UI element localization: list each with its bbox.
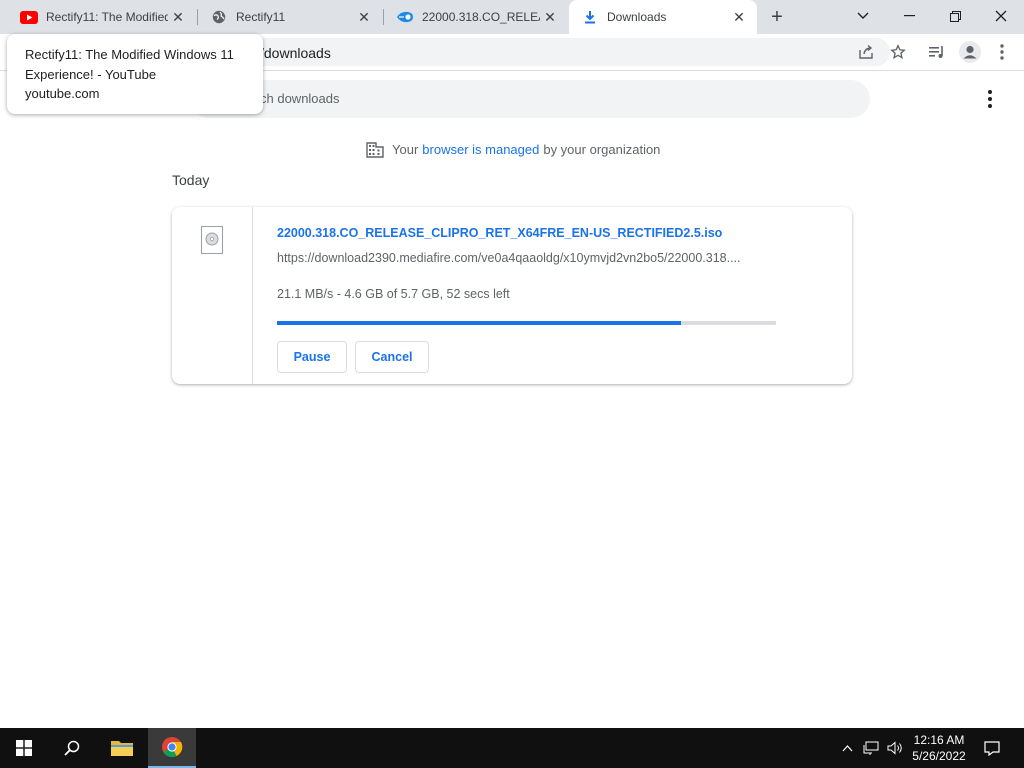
tab-title: Rectify11 — [236, 10, 286, 24]
clock-time: 12:16 AM — [913, 733, 965, 747]
chrome-taskbar-button[interactable] — [148, 728, 196, 768]
tab-title: Downloads — [607, 10, 667, 24]
profile-avatar-icon[interactable] — [959, 41, 981, 63]
globe-icon — [210, 9, 228, 25]
file-explorer-button[interactable] — [98, 728, 146, 768]
search-placeholder: ch downloads — [260, 91, 340, 106]
volume-icon[interactable] — [884, 728, 906, 768]
start-button[interactable] — [0, 728, 48, 768]
tab-downloads[interactable]: Downloads ✕ — [569, 0, 757, 34]
media-control-icon[interactable] — [927, 42, 947, 62]
network-icon[interactable] — [860, 728, 882, 768]
managed-prefix: Your — [392, 141, 419, 157]
progress-fill — [277, 321, 682, 325]
download-source-url[interactable]: https://download2390.mediafire.com/ve0a4… — [277, 251, 777, 265]
tab-hover-card: Rectify11: The Modified Windows 11 Exper… — [7, 34, 263, 114]
tab-youtube[interactable]: Rectify11: The Modified Windows 11 Exper… — [8, 0, 196, 34]
restore-button[interactable] — [932, 0, 978, 32]
windows-logo-icon — [16, 740, 32, 756]
file-disc-icon — [201, 226, 223, 254]
address-bar[interactable]: /downloads — [190, 38, 906, 66]
bookmark-star-icon[interactable] — [888, 42, 908, 62]
tab-search-icon[interactable] — [840, 0, 886, 32]
download-item: 22000.318.CO_RELEASE_CLIPRO_RET_X64FRE_E… — [172, 207, 852, 384]
managed-notice: Your browser is managed by your organiza… — [366, 140, 660, 158]
tab-strip: Rectify11: The Modified Windows 11 Exper… — [0, 0, 1024, 34]
close-window-button[interactable] — [978, 0, 1024, 32]
chrome-menu-icon[interactable] — [992, 42, 1012, 62]
minimize-button[interactable] — [886, 0, 932, 32]
tab-title: Rectify11: The Modified Windows 11 Exper… — [46, 10, 168, 24]
hover-card-domain: youtube.com — [25, 86, 100, 101]
clock-date: 5/26/2022 — [912, 749, 966, 763]
tab-title: 22000.318.CO_RELEASE_CLIPRO_RET_X64FRE_E… — [422, 10, 540, 24]
pause-button[interactable]: Pause — [277, 341, 347, 373]
building-icon — [366, 142, 384, 158]
close-tab-icon[interactable]: ✕ — [168, 7, 188, 27]
close-tab-icon[interactable]: ✕ — [540, 7, 560, 27]
download-icon-column — [172, 207, 253, 384]
close-tab-icon[interactable]: ✕ — [354, 7, 374, 27]
folder-icon — [111, 741, 133, 756]
search-downloads-input[interactable]: ch downloads — [190, 80, 870, 118]
mediafire-icon — [396, 9, 414, 25]
chrome-icon — [162, 737, 183, 758]
url-text: /downloads — [260, 45, 331, 61]
tab-rectify11[interactable]: Rectify11 ✕ — [198, 0, 382, 34]
search-icon — [64, 740, 80, 756]
cancel-button[interactable]: Cancel — [355, 341, 429, 373]
show-hidden-icons[interactable] — [838, 728, 856, 768]
hover-card-title: Rectify11: The Modified Windows 11 Exper… — [25, 47, 234, 82]
youtube-icon — [20, 9, 38, 25]
date-heading: Today — [172, 172, 210, 188]
download-status: 21.1 MB/s - 4.6 GB of 5.7 GB, 52 secs le… — [277, 287, 510, 301]
windows-taskbar: 12:16 AM 5/26/2022 — [0, 728, 1024, 768]
managed-link[interactable]: browser is managed — [422, 142, 539, 157]
close-tab-icon[interactable]: ✕ — [729, 7, 749, 27]
new-tab-button[interactable]: + — [764, 5, 790, 29]
download-progress-bar — [277, 321, 776, 325]
downloads-menu-icon[interactable] — [980, 88, 1000, 110]
taskbar-clock[interactable]: 12:16 AM 5/26/2022 — [905, 732, 973, 764]
download-filename-link[interactable]: 22000.318.CO_RELEASE_CLIPRO_RET_X64FRE_E… — [277, 226, 722, 240]
search-button[interactable] — [48, 728, 96, 768]
share-icon[interactable] — [856, 42, 876, 62]
managed-suffix: by your organization — [543, 141, 661, 157]
tab-mediafire[interactable]: 22000.318.CO_RELEASE_CLIPRO_RET_X64FRE_E… — [384, 0, 568, 34]
notification-center-icon[interactable] — [978, 728, 1006, 768]
download-icon — [581, 9, 599, 25]
